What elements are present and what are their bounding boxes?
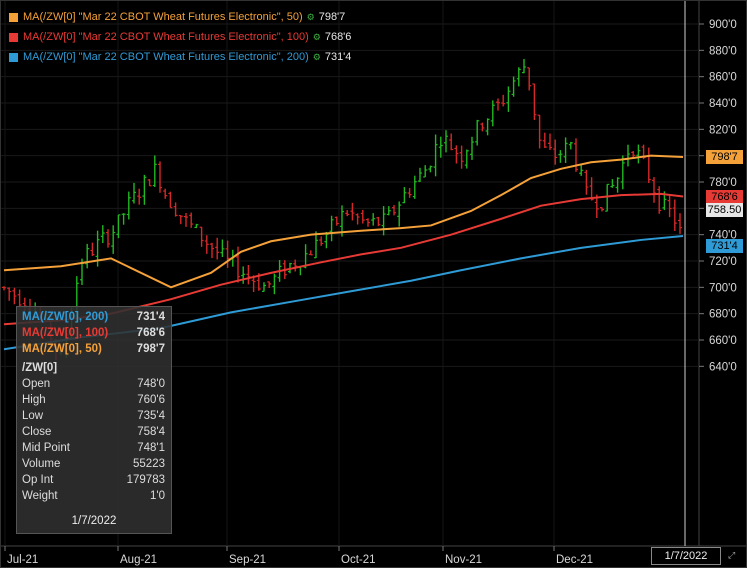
x-tick-label: Jul-21 (7, 554, 38, 566)
tooltip-ma-row: MA(/ZW[0], 50) 798'7 (22, 341, 165, 357)
legend-item[interactable]: MA(/ZW[0] "Mar 22 CBOT Wheat Futures Ele… (9, 47, 351, 67)
tooltip-value: 748'0 (137, 378, 165, 390)
legend-value: 731'4 (324, 51, 352, 63)
y-tick-label: 680'0 (709, 309, 737, 321)
tooltip-label: MA(/ZW[0], 50) (22, 343, 102, 355)
y-tick-label: 900'0 (709, 19, 737, 31)
tooltip-row: Low 735'4 (22, 408, 165, 424)
tooltip-label: Low (22, 410, 44, 422)
price-tag: 731'4 (706, 238, 743, 253)
tooltip-label: /ZW[0] (22, 362, 58, 374)
data-tooltip: 1/7/2022 MA(/ZW[0], 200) 731'4 MA(/ZW[0], … (16, 306, 172, 534)
chart-settings-icon[interactable]: ⚙ (313, 27, 321, 47)
y-tick-label: 640'0 (709, 361, 737, 373)
tooltip-label: High (22, 394, 46, 406)
tooltip-date: 1/7/2022 (71, 515, 117, 527)
chart-settings-icon[interactable]: ⚙ (313, 47, 321, 67)
y-tick-label: 840'0 (709, 98, 737, 110)
x-tick-label: Oct-21 (341, 554, 376, 566)
tooltip-value: 55223 (133, 458, 165, 470)
tooltip-value: 179783 (126, 474, 165, 486)
tooltip-value: 760'6 (137, 394, 165, 406)
chart-settings-icon[interactable]: ⚙ (307, 7, 315, 27)
tooltip-value: 768'6 (136, 327, 165, 339)
tooltip-row: Open 748'0 (22, 376, 165, 392)
y-tick-label: 880'0 (709, 45, 737, 57)
legend-swatch (9, 52, 18, 62)
tooltip-value: 748'1 (137, 442, 165, 454)
legend-value: 798'7 (318, 11, 346, 23)
tooltip-ma-row: MA(/ZW[0], 100) 768'6 (22, 325, 165, 341)
price-tag: 798'7 (706, 150, 743, 165)
tooltip-ma-row: MA(/ZW[0], 200) 731'4 (22, 309, 165, 325)
tooltip-label: Open (22, 378, 51, 390)
tooltip-value: 758'4 (137, 426, 165, 438)
tooltip-value: 731'4 (136, 311, 165, 323)
legend-value: 768'6 (324, 31, 352, 43)
y-tick-label: 820'0 (709, 124, 737, 136)
crosshair-date-label: 1/7/2022 (651, 547, 721, 565)
y-tick-label: 780'0 (709, 177, 737, 189)
x-tick-label: Sep-21 (229, 554, 266, 566)
legend-label: MA(/ZW[0] "Mar 22 CBOT Wheat Futures Ele… (23, 51, 309, 63)
tooltip-row: Op Int 179783 (22, 472, 165, 488)
legend-label: MA(/ZW[0] "Mar 22 CBOT Wheat Futures Ele… (23, 31, 309, 43)
legend-swatch (9, 32, 18, 42)
legend-item[interactable]: MA(/ZW[0] "Mar 22 CBOT Wheat Futures Ele… (9, 27, 351, 47)
legend-swatch (9, 12, 18, 22)
y-tick-label: 660'0 (709, 335, 737, 347)
tooltip-row: High 760'6 (22, 392, 165, 408)
y-tick-label: 700'0 (709, 282, 737, 294)
legend-label: MA(/ZW[0] "Mar 22 CBOT Wheat Futures Ele… (23, 11, 303, 23)
tooltip-label: MA(/ZW[0], 200) (22, 311, 109, 323)
tooltip-row: Close 758'4 (22, 424, 165, 440)
tooltip-label: Weight (22, 490, 58, 502)
tooltip-value: 1'0 (150, 490, 165, 502)
legend-item[interactable]: MA(/ZW[0] "Mar 22 CBOT Wheat Futures Ele… (9, 7, 351, 27)
chart-window[interactable]: 640'0660'0680'0700'0720'0740'0760'0780'0… (0, 0, 747, 568)
tooltip-label: Volume (22, 458, 61, 470)
tooltip-symbol: /ZW[0] (22, 360, 165, 376)
tooltip-row: Mid Point 748'1 (22, 440, 165, 456)
expand-arrows-icon[interactable]: ⤢ (728, 550, 735, 561)
price-tag: 758.50 (706, 203, 743, 218)
study-legend: MA(/ZW[0] "Mar 22 CBOT Wheat Futures Ele… (9, 7, 351, 67)
y-tick-label: 860'0 (709, 72, 737, 84)
x-tick-label: Dec-21 (556, 554, 593, 566)
tooltip-label: Op Int (22, 474, 54, 486)
y-tick-label: 720'0 (709, 256, 737, 268)
tooltip-label: Mid Point (22, 442, 70, 454)
x-tick-label: Nov-21 (445, 554, 482, 566)
tooltip-label: Close (22, 426, 52, 438)
tooltip-value: 798'7 (136, 343, 165, 355)
price-tag: 768'6 (706, 189, 743, 204)
tooltip-label: MA(/ZW[0], 100) (22, 327, 109, 339)
tooltip-value: 735'4 (137, 410, 165, 422)
x-tick-label: Aug-21 (120, 554, 157, 566)
tooltip-row: Weight 1'0 (22, 488, 165, 504)
tooltip-row: Volume 55223 (22, 456, 165, 472)
